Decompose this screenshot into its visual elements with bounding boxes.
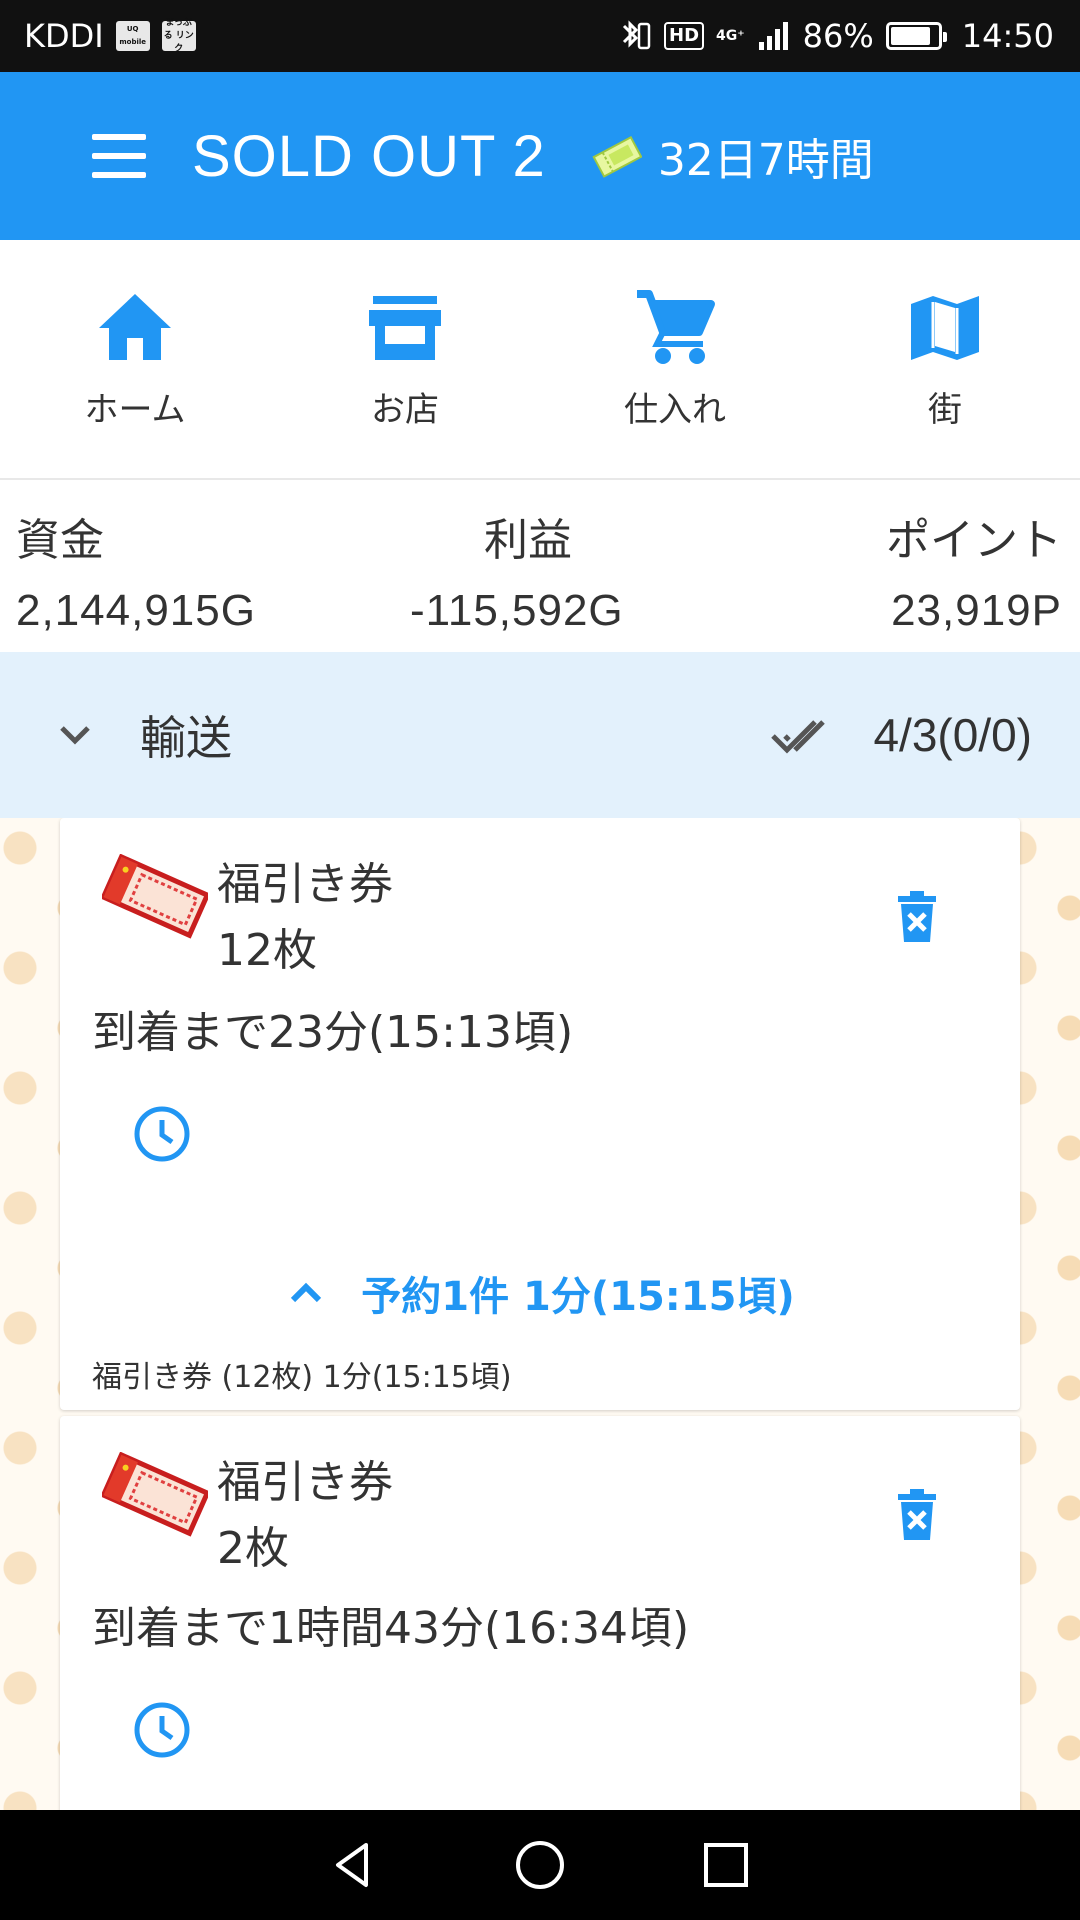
status-left: KDDI UQ mobile まっぷる リンク — [24, 17, 196, 55]
nav-label-store: お店 — [371, 390, 439, 430]
carrier-name: KDDI — [24, 17, 104, 55]
item-name: 福引き券 — [217, 859, 393, 910]
funds-value: 2,144,915G — [16, 586, 256, 635]
status-right: HD 4G⁺ 86% 14:50 — [614, 17, 1054, 55]
signal-icon — [758, 22, 788, 50]
hamburger-menu-icon[interactable] — [92, 134, 146, 178]
clock-icon[interactable] — [132, 1104, 192, 1164]
item-quantity: 2枚 — [217, 1523, 289, 1574]
hd-voice-icon: HD — [664, 22, 705, 50]
menu-line — [92, 153, 146, 159]
menu-line — [92, 172, 146, 178]
item-quantity: 12枚 — [217, 925, 317, 976]
reservation-toggle[interactable]: 予約1件 1分(15:15頃) — [60, 1264, 1020, 1322]
nav-item-town[interactable]: 街 — [810, 240, 1080, 478]
home-icon — [99, 294, 171, 360]
mappuru-link-icon: まっぷる リンク — [161, 17, 196, 54]
store-icon — [369, 296, 441, 360]
stat-points: ポイント 23,919P — [886, 504, 1062, 636]
delete-icon[interactable] — [894, 1488, 940, 1542]
battery-percent: 86% — [802, 17, 874, 55]
done-all-icon[interactable] — [769, 712, 835, 758]
clock: 14:50 — [961, 17, 1054, 55]
lottery-ticket-icon — [102, 1452, 208, 1537]
transport-count: 4/3(0/0) — [873, 709, 1032, 761]
shipment-card: 福引き券 2枚 到着まで1時間43分(16:34頃) — [60, 1416, 1020, 1810]
nav-label-town: 街 — [928, 390, 962, 430]
battery-icon — [885, 22, 947, 50]
app-bar: SOLD OUT 2 32日7時間 — [0, 72, 1080, 240]
delete-icon[interactable] — [894, 890, 940, 944]
transport-title: 輸送 — [140, 711, 232, 765]
profit-label: 利益 — [484, 515, 572, 566]
arrival-time: 到着まで23分(15:13頃) — [92, 1007, 574, 1058]
battery-fill — [890, 27, 931, 45]
app-title: SOLD OUT 2 — [192, 123, 546, 189]
arrival-time: 到着まで1時間43分(16:34頃) — [92, 1603, 690, 1654]
uq-mobile-icon: UQ mobile — [115, 21, 150, 51]
reservation-detail: 福引き券 (12枚) 1分(15:15頃) — [92, 1360, 512, 1395]
cart-icon — [637, 290, 715, 364]
back-icon[interactable] — [326, 1837, 382, 1893]
nav-label-home: ホーム — [84, 390, 186, 430]
transport-section-header[interactable]: 輸送 4/3(0/0) — [0, 652, 1080, 818]
shipment-list[interactable]: 福引き券 12枚 到着まで23分(15:13頃) 予約1件 1分(15:15頃)… — [0, 818, 1080, 1810]
main-nav: ホーム お店 仕入れ 街 — [0, 240, 1080, 480]
recents-icon[interactable] — [698, 1837, 754, 1893]
points-label: ポイント — [886, 515, 1062, 566]
clock-icon[interactable] — [132, 1700, 192, 1760]
remaining-time: 32日7時間 — [657, 135, 874, 186]
chevron-down-icon[interactable] — [52, 712, 98, 758]
map-icon — [911, 296, 979, 360]
nav-item-purchase[interactable]: 仕入れ — [540, 240, 810, 478]
nav-item-store[interactable]: お店 — [270, 240, 540, 478]
nav-label-purchase: 仕入れ — [624, 390, 726, 430]
bluetooth-vibrate-icon — [622, 20, 651, 50]
nav-item-home[interactable]: ホーム — [0, 240, 270, 478]
chevron-up-icon — [291, 1282, 322, 1303]
item-name: 福引き券 — [217, 1457, 393, 1508]
system-navigation-bar — [0, 1810, 1080, 1920]
status-bar: KDDI UQ mobile まっぷる リンク HD 4G⁺ 86% 14:50 — [0, 0, 1080, 72]
stats-panel: 資金 2,144,915G 利益 -115,592G ポイント 23,919P — [0, 482, 1080, 650]
points-value: 23,919P — [891, 586, 1062, 635]
network-type: 4G⁺ — [716, 28, 745, 44]
ticket-icon — [592, 135, 642, 178]
funds-label: 資金 — [16, 515, 104, 566]
reservation-summary: 予約1件 1分(15:15頃) — [361, 1274, 795, 1320]
shipment-card: 福引き券 12枚 到着まで23分(15:13頃) 予約1件 1分(15:15頃)… — [60, 818, 1020, 1410]
stat-funds: 資金 2,144,915G — [16, 504, 256, 636]
lottery-ticket-icon — [102, 854, 208, 939]
home-circle-icon[interactable] — [512, 1837, 568, 1893]
menu-line — [92, 134, 146, 140]
profit-value: -115,592G — [410, 586, 624, 635]
stat-profit: 利益 -115,592G — [410, 504, 624, 636]
